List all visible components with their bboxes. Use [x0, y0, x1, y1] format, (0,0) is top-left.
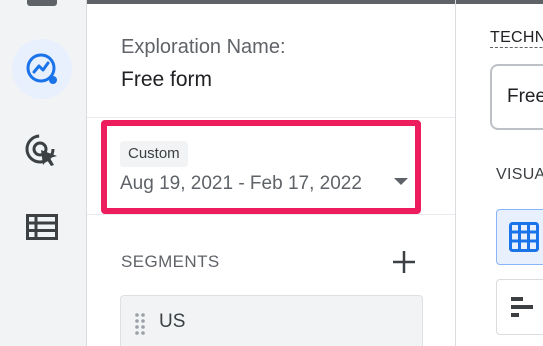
- segments-heading: SEGMENTS: [121, 252, 220, 271]
- date-range-selector[interactable]: Aug 19, 2021 - Feb 17, 2022: [120, 173, 362, 195]
- list-table-icon: [26, 214, 58, 240]
- technique-value: Free form: [507, 86, 543, 107]
- bar-chart-icon: [511, 297, 533, 317]
- exploration-name-input[interactable]: Free form: [121, 68, 212, 92]
- visualization-label: VISUALIZATION: [496, 166, 543, 183]
- divider: [87, 214, 455, 215]
- panel-top-border: [87, 0, 455, 4]
- plus-icon: [393, 251, 415, 273]
- exploration-name-label: Exploration Name:: [121, 36, 286, 58]
- add-segment-button[interactable]: [388, 246, 420, 278]
- app-root: Exploration Name: Free form Custom Aug 1…: [0, 0, 543, 346]
- nav-explore-button[interactable]: [12, 39, 72, 99]
- visualization-bar-button[interactable]: [496, 279, 543, 335]
- drag-handle-icon[interactable]: [134, 311, 146, 337]
- nav-advertising-button[interactable]: [12, 121, 72, 181]
- explore-icon: [26, 53, 57, 84]
- chevron-down-icon[interactable]: [394, 178, 408, 185]
- technique-label: TECHNIQUE: [490, 29, 543, 48]
- divider: [87, 117, 455, 118]
- panel-top-border: [456, 0, 543, 4]
- advertising-icon: [25, 134, 57, 166]
- date-range-highlight-box: [101, 120, 421, 214]
- technique-dropdown[interactable]: Free form: [490, 64, 543, 130]
- segment-chip-us[interactable]: US: [120, 295, 423, 346]
- visualization-table-button[interactable]: [496, 209, 543, 265]
- date-preset-chip: Custom: [120, 141, 188, 167]
- left-nav-rail: [0, 0, 87, 346]
- table-icon: [509, 222, 539, 252]
- segment-label: US: [159, 311, 186, 332]
- reports-icon-partial[interactable]: [27, 0, 57, 6]
- nav-configure-button[interactable]: [12, 197, 72, 257]
- tab-settings-panel: TECHNIQUE Free form VISUALIZATION: [456, 0, 543, 346]
